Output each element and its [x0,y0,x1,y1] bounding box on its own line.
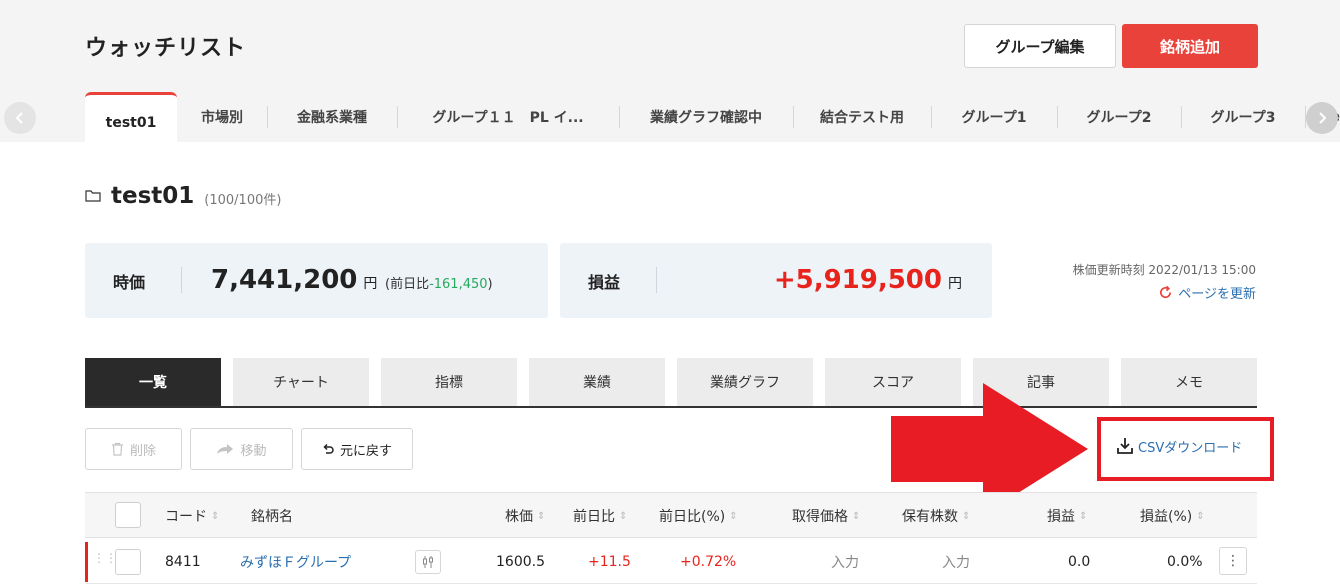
candlestick-glyph-icon [423,556,433,568]
sort-icon: ⇕ [619,510,628,522]
market-value-label: 時価 [113,273,146,292]
more-options-icon[interactable]: ⋮ [1219,547,1247,575]
group-tab-group1[interactable]: グループ1 [931,92,1057,142]
divider [656,267,657,293]
row-checkbox[interactable] [115,549,141,575]
cell-name[interactable]: みずほＦグループ [240,540,351,584]
csv-download-link[interactable]: CSVダウンロード [1115,436,1242,456]
tabs-scroll-left-icon[interactable] [4,102,36,134]
sort-icon: ⇕ [1196,510,1205,522]
group-tab-market[interactable]: 市場別 [177,92,267,142]
tab-chart[interactable]: チャート [233,358,369,406]
sort-icon: ⇕ [537,510,546,522]
col-shares[interactable]: 保有株数 ⇕ [902,493,970,539]
tab-earnings-graph[interactable]: 業績グラフ [677,358,813,406]
chevron-left-icon [15,112,23,124]
group-tab-test01[interactable]: test01 [85,92,177,142]
cell-pl: 0.0 [1068,554,1091,570]
sort-icon: ⇕ [962,510,971,522]
group-tab-group3[interactable]: グループ3 [1181,92,1305,142]
group-tab-earnings-graph[interactable]: 業績グラフ確認中 [619,92,793,142]
cell-price: 1600.5 [496,554,545,570]
refresh-page-link[interactable]: ページを更新 [1158,283,1256,302]
sort-icon: ⇕ [1079,510,1088,522]
col-pl[interactable]: 損益 ⇕ [1047,493,1087,539]
row-marker [85,542,88,582]
candlestick-icon[interactable] [415,550,441,574]
move-button[interactable]: 移動 [190,428,293,470]
table-header: コード ⇕ 銘柄名 株価 ⇕ 前日比 ⇕ 前日比(%) ⇕ 取得価格 ⇕ 保有株数 ⇕ 損益… [85,492,1257,538]
col-change-pct[interactable]: 前日比(%) ⇕ [659,493,738,539]
chevron-right-icon [1319,112,1327,124]
tab-list[interactable]: 一覧 [85,358,221,406]
sort-icon: ⇕ [211,510,220,522]
group-tab-join-test[interactable]: 結合テスト用 [793,92,931,142]
col-code[interactable]: コード ⇕ [165,493,219,539]
col-price[interactable]: 株価 ⇕ [505,493,545,539]
tabs-scroll-right-icon[interactable] [1306,102,1338,134]
cell-change-pct: +0.72% [680,554,737,570]
cell-shares-input[interactable]: 入力 [942,540,970,584]
refresh-icon [1160,285,1172,299]
cell-change: +11.5 [588,554,631,570]
cell-pl-pct: 0.0% [1167,554,1203,570]
group-edit-button[interactable]: グループ編集 [964,24,1116,68]
profit-loss-value: +5,919,500 円 [773,265,962,295]
undo-button[interactable]: 元に戻す [301,428,413,470]
col-change[interactable]: 前日比 ⇕ [573,493,627,539]
group-tab-group2[interactable]: グループ2 [1057,92,1181,142]
tab-earnings[interactable]: 業績 [529,358,665,406]
col-pl-pct[interactable]: 損益(%) ⇕ [1140,493,1205,539]
price-update-time: 株価更新時刻 2022/01/13 15:00 [1072,263,1256,277]
cell-cost-input[interactable]: 入力 [831,540,859,584]
sort-icon: ⇕ [729,510,738,522]
profit-loss-box: 損益 +5,919,500 円 [560,243,992,318]
market-value: 7,441,200 円 [211,265,378,295]
folder-name: test01 [111,183,195,209]
download-icon [1117,438,1133,454]
table-row: ⋮⋮ 8411 みずほＦグループ 1600.5 +11.5 +0.72% 入力 … [85,540,1257,584]
undo-icon [323,443,334,454]
drag-handle-icon[interactable]: ⋮⋮ [93,552,117,564]
select-all-checkbox[interactable] [115,502,141,528]
folder-icon [85,190,101,202]
folder-count: (100/100件) [204,192,282,208]
tab-indicators[interactable]: 指標 [381,358,517,406]
share-arrow-icon [217,444,234,454]
tab-memo[interactable]: メモ [1121,358,1257,406]
market-value-box: 時価 7,441,200 円 (前日比-161,450) [85,243,548,318]
add-stock-button[interactable]: 銘柄追加 [1122,24,1258,68]
profit-loss-label: 損益 [588,273,621,292]
col-name: 銘柄名 [251,509,293,525]
group-tab-group11[interactable]: グループ１１ PL イ... [397,92,619,142]
delete-button[interactable]: 削除 [85,428,182,470]
group-tab-finance[interactable]: 金融系業種 [267,92,397,142]
folder-heading: test01 (100/100件) [85,183,281,209]
yen-unit: 円 [948,276,962,292]
trash-icon [111,442,123,456]
sort-icon: ⇕ [852,510,861,522]
group-tabs: test01 市場別 金融系業種 グループ１１ PL イ... 業績グラフ確認中… [85,92,1340,142]
prev-day-change: (前日比-161,450) [385,277,493,292]
col-cost[interactable]: 取得価格 ⇕ [792,493,860,539]
cell-code: 8411 [165,554,201,570]
yen-unit: 円 [363,276,378,292]
page-title: ウォッチリスト [85,36,247,61]
divider [181,267,182,293]
